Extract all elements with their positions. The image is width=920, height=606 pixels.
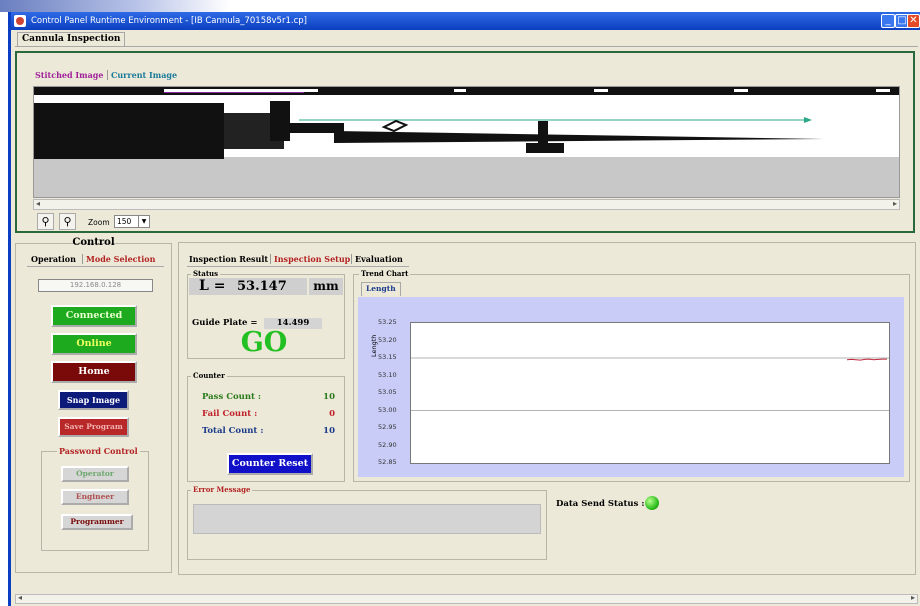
window-scrollbar[interactable]: ◂ ▸: [15, 593, 918, 604]
chart-y-tick-label: 53.05: [378, 388, 397, 396]
chart-y-tick-label: 52.85: [378, 458, 397, 466]
save-program-button[interactable]: Save Program: [58, 417, 129, 437]
cannula-image: [34, 87, 899, 197]
length-label: L =: [199, 278, 226, 294]
tab-operation[interactable]: Operation: [31, 254, 76, 264]
chart-y-tick-label: 53.10: [378, 370, 397, 379]
chart-y-tick-label: 52.95: [378, 423, 397, 431]
tab-divider: [15, 46, 918, 47]
zoom-out-icon[interactable]: ⚲: [59, 213, 76, 230]
zoom-select[interactable]: 150 ▼: [114, 215, 150, 228]
image-panel: Stitched Image Current Image ◂ ▸ ⚲ ⚲ Zoo…: [15, 51, 915, 233]
go-status: GO: [240, 327, 288, 358]
error-message-title: Error Message: [191, 485, 253, 494]
stitched-image-viewport[interactable]: [33, 86, 900, 198]
programmer-button[interactable]: Programmer: [61, 514, 133, 530]
online-button[interactable]: Online: [51, 333, 137, 355]
scroll-left-icon[interactable]: ◂: [36, 199, 40, 208]
chart-plot: [410, 322, 890, 464]
chart-series-line: [846, 358, 887, 361]
data-send-status-led-icon: [645, 496, 659, 510]
data-send-status-label: Data Send Status :: [556, 499, 645, 509]
control-title: Control: [72, 237, 115, 248]
zoom-value: 150: [117, 217, 132, 226]
tab-cannula-inspection[interactable]: Cannula Inspection: [17, 32, 126, 46]
chart-y-tick-label: 53.15: [378, 353, 397, 361]
engineer-button[interactable]: Engineer: [61, 489, 129, 505]
length-value: 53.147: [237, 279, 287, 294]
tab-current-image[interactable]: Current Image: [107, 70, 177, 80]
chart-y-tick-label: 52.90: [378, 440, 397, 449]
desktop-decoration: [0, 0, 230, 12]
pass-count-label: Pass Count :: [202, 392, 262, 402]
chart-y-tick-label: 53.00: [378, 405, 397, 414]
tab-evaluation[interactable]: Evaluation: [351, 254, 403, 264]
chart-y-tick-label: 53.20: [378, 335, 397, 344]
status-title: Status: [191, 269, 221, 278]
ip-address-field[interactable]: 192.168.0.128: [38, 279, 153, 292]
chevron-down-icon[interactable]: ▼: [138, 216, 149, 227]
scroll-right-icon[interactable]: ▸: [911, 593, 915, 602]
chart-svg: [411, 357, 889, 411]
trend-chart-title: Trend Chart: [359, 269, 411, 278]
image-scrollbar[interactable]: ◂ ▸: [33, 199, 900, 210]
tab-inspection-result[interactable]: Inspection Result: [189, 254, 268, 264]
pass-count-value: 10: [323, 392, 335, 402]
operator-button[interactable]: Operator: [61, 466, 129, 482]
total-count-value: 10: [323, 426, 335, 436]
tab-inspection-setup[interactable]: Inspection Setup: [270, 254, 350, 264]
zoom-label: Zoom: [88, 218, 110, 227]
app-window: Control Panel Runtime Environment - [IB …: [8, 12, 920, 606]
total-count-label: Total Count :: [202, 426, 264, 436]
desktop: Control Panel Runtime Environment - [IB …: [0, 0, 920, 606]
scroll-left-icon[interactable]: ◂: [18, 593, 22, 602]
title-bar[interactable]: Control Panel Runtime Environment - [IB …: [11, 12, 920, 30]
inspection-tab-divider: [187, 266, 409, 267]
tab-length[interactable]: Length: [361, 282, 401, 296]
connected-button[interactable]: Connected: [51, 305, 137, 327]
control-tab-divider: [27, 266, 164, 267]
chart-y-tick-label: 53.25: [378, 318, 397, 326]
password-control-title: Password Control: [57, 446, 140, 456]
counter-title: Counter: [191, 371, 227, 380]
chart-area: Length 53.25 53.20 53.15 53.10 53.05 53.00 52.…: [358, 297, 904, 477]
counter-reset-button[interactable]: Counter Reset: [227, 453, 313, 475]
length-readout: L = 53.147: [189, 278, 307, 295]
error-message-box: [193, 504, 541, 534]
tab-stitched-image[interactable]: Stitched Image: [35, 70, 103, 80]
snap-image-button[interactable]: Snap Image: [58, 390, 129, 410]
fail-count-label: Fail Count :: [202, 409, 258, 419]
chart-y-ticks: 53.25 53.20 53.15 53.10 53.05 53.00 52.95 52.90…: [376, 297, 412, 477]
fail-count-value: 0: [329, 409, 335, 419]
zoom-in-icon[interactable]: ⚲: [37, 213, 54, 230]
home-button[interactable]: Home: [51, 361, 137, 383]
tab-mode-selection[interactable]: Mode Selection: [82, 254, 155, 264]
close-button[interactable]: ✕: [907, 14, 920, 28]
length-unit: mm: [309, 278, 343, 295]
minimize-button[interactable]: _: [881, 14, 895, 28]
scroll-right-icon[interactable]: ▸: [893, 199, 897, 208]
app-icon: [14, 15, 26, 27]
window-title: Control Panel Runtime Environment - [IB …: [31, 16, 307, 26]
